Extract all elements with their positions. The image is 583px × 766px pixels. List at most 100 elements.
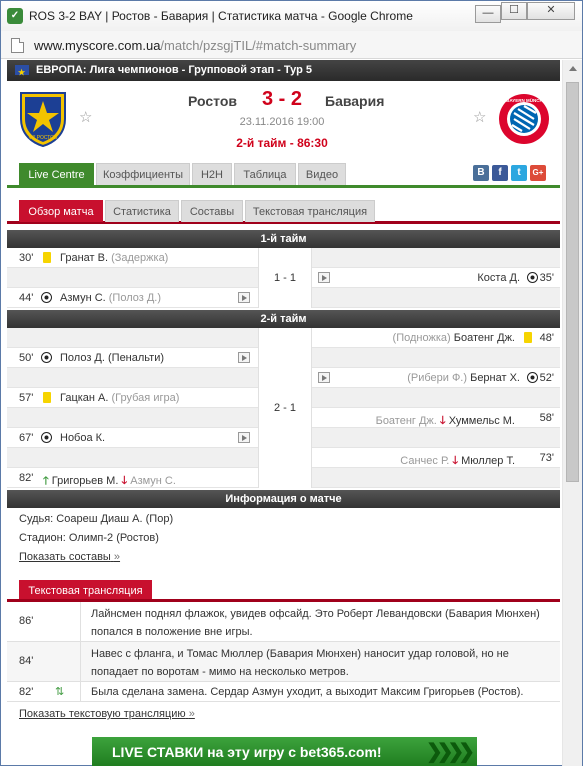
tab-statistics[interactable]: Статистика: [105, 200, 179, 222]
commentary-text: Лайнсмен поднял флажок, увидев офсайд. Э…: [91, 608, 540, 638]
event-player[interactable]: Коста Д.: [477, 272, 520, 284]
sub-in-player[interactable]: Мюллер Т.: [461, 455, 515, 467]
event-row[interactable]: (Рибери Ф.) Бернат Х. 52': [312, 368, 560, 388]
favorite-away-star-icon[interactable]: ☆: [473, 108, 486, 126]
yellow-card-icon: [43, 252, 51, 266]
close-button[interactable]: ✕: [527, 2, 575, 20]
event-player[interactable]: Боатенг Дж.: [454, 332, 515, 344]
event-row[interactable]: Боатенг Дж. 🡓 Хуммельс М. 58': [312, 408, 560, 428]
event-player[interactable]: Гранат В.: [60, 252, 108, 264]
tab-text-commentary[interactable]: Текстовая трансляция: [245, 200, 375, 222]
sub-out-player[interactable]: Санчес Р.: [400, 455, 449, 467]
sub-out-player[interactable]: Азмун С.: [130, 475, 176, 487]
second-half-score: 2 - 1: [258, 328, 312, 488]
event-player[interactable]: Гацкан А.: [60, 392, 108, 404]
sub-in-arrow-icon: 🡑: [43, 475, 49, 487]
match-status: 2-й тайм - 86:30: [236, 136, 328, 150]
rostov-logo[interactable]: ФК РОСТОВ: [17, 89, 69, 147]
tab-h2h[interactable]: H2H: [192, 163, 232, 185]
event-row-empty: [7, 268, 258, 288]
match-date: 23.11.2016 19:00: [239, 116, 325, 128]
page-content: ЕВРОПА: Лига чемпионов - Групповой этап …: [7, 60, 560, 766]
bayern-logo[interactable]: FC BAYERN MÜNCHEN: [498, 93, 550, 145]
sub-out-arrow-icon: 🡓: [439, 415, 446, 427]
browser-window: ✓ ROS 3-2 BAY | Ростов - Бавария | Стати…: [0, 0, 583, 766]
event-player[interactable]: Азмун С.: [60, 292, 106, 304]
sub-in-player[interactable]: Хуммельс М.: [449, 415, 515, 427]
video-icon[interactable]: [238, 432, 250, 446]
scrollbar-thumb[interactable]: [566, 82, 579, 482]
video-icon[interactable]: [318, 372, 330, 386]
event-row[interactable]: Санчес Р. 🡓 Мюллер Т. 73': [312, 448, 560, 468]
event-row-empty: [7, 368, 258, 388]
bet365-banner[interactable]: LIVE СТАВКИ на эту игру с bet365.com! ❯❯…: [92, 737, 477, 766]
show-commentary-link[interactable]: Показать текстовую трансляцию »: [19, 708, 195, 720]
event-row[interactable]: 67' Нобоа К.: [7, 428, 258, 448]
event-detail: (Задержка): [111, 252, 169, 264]
scroll-up-arrow-icon[interactable]: [569, 66, 577, 71]
referee-info: Судья: Соареш Диаш А. (Пор): [19, 513, 174, 525]
event-player[interactable]: Нобоа К.: [60, 432, 105, 444]
banner-text: LIVE СТАВКИ на эту игру с bet365.com!: [112, 744, 382, 760]
event-row-empty: [312, 348, 560, 368]
tab-odds[interactable]: Коэффициенты: [96, 163, 190, 185]
google-plus-share-icon[interactable]: G+: [530, 165, 546, 181]
video-icon[interactable]: [238, 292, 250, 306]
event-detail: (Полоз Д.): [108, 292, 162, 304]
bayern-logo-text: FC BAYERN MÜNCHEN: [499, 97, 549, 103]
sub-out-player[interactable]: Боатенг Дж.: [376, 415, 437, 427]
event-row[interactable]: 30' Гранат В. (Задержка): [7, 248, 258, 268]
facebook-share-icon[interactable]: f: [492, 165, 508, 181]
tab-match-summary[interactable]: Обзор матча: [19, 200, 103, 222]
address-bar[interactable]: www.myscore.com.ua/match/pzsgjTIL/#match…: [1, 31, 582, 59]
event-row[interactable]: (Подножка) Боатенг Дж. 48': [312, 328, 560, 348]
vk-share-icon[interactable]: В: [473, 165, 489, 181]
yellow-card-icon: [43, 392, 51, 406]
away-team-name[interactable]: Бавария: [325, 93, 384, 109]
url-domain: www.myscore.com.ua: [34, 38, 161, 53]
commentary-row: 86' Лайнсмен поднял флажок, увидев офсай…: [7, 602, 560, 642]
sub-tabs: Обзор матча Статистика Составы Текстовая…: [7, 200, 560, 224]
video-icon[interactable]: [318, 272, 330, 286]
tab-video[interactable]: Видео: [298, 163, 346, 185]
show-lineups-link[interactable]: Показать составы »: [19, 551, 120, 563]
event-player[interactable]: Полоз Д.: [60, 352, 105, 364]
window-title: ROS 3-2 BAY | Ростов - Бавария | Статист…: [29, 9, 413, 23]
vertical-scrollbar[interactable]: [562, 60, 582, 766]
sub-out-arrow-icon: 🡓: [121, 475, 128, 487]
title-bar: ✓ ROS 3-2 BAY | Ростов - Бавария | Стати…: [1, 1, 582, 31]
url-text[interactable]: www.myscore.com.ua/match/pzsgjTIL/#match…: [34, 38, 356, 53]
sub-in-player[interactable]: Григорьев М.: [52, 475, 119, 487]
tab-table[interactable]: Таблица: [234, 163, 296, 185]
event-row-empty: [7, 408, 258, 428]
event-detail: (Пенальти): [108, 352, 165, 364]
event-row[interactable]: 50' Полоз Д. (Пенальти): [7, 348, 258, 368]
home-team-name[interactable]: Ростов: [167, 93, 237, 109]
commentary-minute: 86': [19, 615, 34, 627]
competition-name: ЕВРОПА: Лига чемпионов - Групповой этап …: [36, 64, 313, 76]
competition-bar[interactable]: ЕВРОПА: Лига чемпионов - Групповой этап …: [7, 60, 560, 83]
favorite-home-star-icon[interactable]: ☆: [79, 108, 92, 126]
page-icon: [11, 38, 24, 53]
event-row[interactable]: 44' Азмун С. (Полоз Д.): [7, 288, 258, 308]
site-favicon-icon: ✓: [7, 8, 23, 24]
tab-live-centre[interactable]: Live Centre: [19, 163, 94, 186]
tab-lineups[interactable]: Составы: [181, 200, 243, 222]
video-icon[interactable]: [238, 352, 250, 366]
event-row[interactable]: Коста Д. 35': [312, 268, 560, 288]
goal-ball-icon: [41, 292, 52, 306]
event-row[interactable]: 57' Гацкан А. (Грубая игра): [7, 388, 258, 408]
goal-ball-icon: [527, 272, 538, 286]
commentary-text: Навес с фланга, и Томас Мюллер (Бавария …: [91, 648, 509, 678]
event-row-empty: [312, 288, 560, 308]
goal-ball-icon: [41, 432, 52, 446]
twitter-share-icon[interactable]: t: [511, 165, 527, 181]
event-row[interactable]: 82' 🡑 Григорьев М. 🡓 Азмун С.: [7, 468, 258, 488]
goal-ball-icon: [41, 352, 52, 366]
minimize-button[interactable]: —: [475, 5, 501, 23]
event-detail: (Подножка): [392, 332, 451, 344]
event-row-empty: [7, 328, 258, 348]
maximize-button[interactable]: ☐: [501, 2, 527, 20]
event-player[interactable]: Бернат Х.: [470, 372, 520, 384]
match-score: 3 - 2: [261, 88, 303, 110]
